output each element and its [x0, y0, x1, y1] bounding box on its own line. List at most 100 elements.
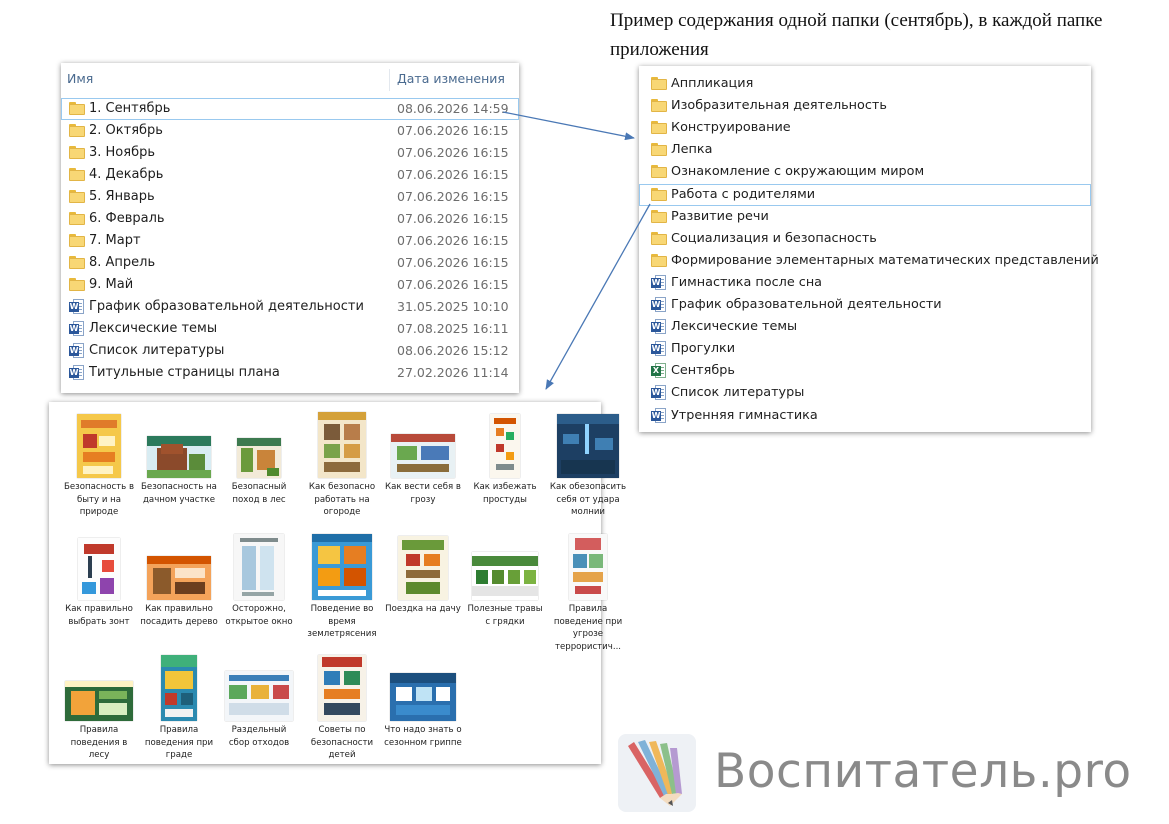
thumbnail-label: Как обезопасить себя от удара молнии	[549, 482, 627, 517]
thumbnail-grid: Безопасность в быту и на природе Безопасн…	[49, 402, 626, 764]
item-date: 08.06.2026 15:12	[397, 343, 509, 358]
file-row[interactable]: W Лексические темы	[639, 316, 1091, 338]
caption-text: Пример содержания одной папки (сентябрь)…	[610, 10, 1103, 60]
thumbnail-image	[391, 434, 455, 478]
folder-row[interactable]: 4. Декабрь 07.06.2026 16:15	[61, 164, 519, 186]
thumbnail-label: Правила поведение при угрозе террористич…	[553, 604, 623, 652]
thumbnail-label: Безопасный поход в лес	[231, 482, 287, 505]
thumbnail-item[interactable]: Правила поведения при граде	[140, 651, 218, 762]
thumbnail-item[interactable]: Советы по безопасности детей	[303, 651, 381, 762]
thumbnail-item[interactable]: Правила поведение при угрозе террористич…	[549, 530, 627, 653]
thumbnail-image	[318, 412, 366, 478]
folder-row[interactable]: 8. Апрель 07.06.2026 16:15	[61, 252, 519, 274]
folder-row[interactable]: 6. Февраль 07.06.2026 16:15	[61, 208, 519, 230]
column-header: Имя Дата изменения	[61, 63, 519, 95]
folder-row[interactable]: Социализация и безопасность	[639, 228, 1091, 250]
folder-row[interactable]: Развитие речи	[639, 206, 1091, 228]
file-row[interactable]: W Список литературы	[639, 382, 1091, 404]
folder-row[interactable]: 7. Март 07.06.2026 16:15	[61, 230, 519, 252]
folder-row[interactable]: Работа с родителями	[639, 183, 1091, 206]
file-row[interactable]: W Лексические темы 07.08.2025 16:11	[61, 318, 519, 340]
thumbnail-item[interactable]: Как правильно выбрать зонт	[60, 530, 138, 628]
file-row[interactable]: W График образовательной деятельности	[639, 294, 1091, 316]
folder-row[interactable]: Конструирование	[639, 117, 1091, 139]
item-name: 6. Февраль	[89, 211, 165, 226]
item-name: Изобразительная деятельность	[671, 98, 887, 114]
thumbnail-item[interactable]: Безопасный поход в лес	[220, 408, 298, 506]
site-logo: Воспитатель.pro	[618, 734, 1158, 814]
folder-row[interactable]: 9. Май 07.06.2026 16:15	[61, 274, 519, 296]
thumbnail-image	[569, 534, 607, 600]
item-date: 07.06.2026 16:15	[397, 255, 509, 270]
thumbnail-item[interactable]: Как правильно посадить дерево	[140, 530, 218, 628]
item-date: 07.06.2026 16:15	[397, 189, 509, 204]
thumbnail-item[interactable]: Полезные травы с грядки	[466, 530, 544, 628]
folder-row[interactable]: 2. Октябрь 07.06.2026 16:15	[61, 120, 519, 142]
item-name: Работа с родителями	[671, 186, 816, 202]
pencils-logo-icon	[618, 734, 696, 812]
file-row[interactable]: W Прогулки	[639, 338, 1091, 360]
thumbnail-item[interactable]: Правила поведения в лесу	[60, 651, 138, 762]
folder-icon	[69, 189, 85, 203]
folder-row[interactable]: Аппликация	[639, 73, 1091, 95]
folder-row[interactable]: 1. Сентябрь 08.06.2026 14:59	[61, 98, 519, 120]
thumbnail-label: Безопасность на дачном участке	[141, 482, 217, 505]
item-name: График образовательной деятельности	[671, 297, 942, 312]
word-doc-icon: W	[651, 407, 667, 424]
folder-row[interactable]: Ознакомление с окружающим миром	[639, 161, 1091, 183]
folder-icon	[651, 209, 667, 223]
thumbnail-label: Как вести себя в грозу	[385, 482, 461, 505]
item-name: 2. Октябрь	[89, 123, 163, 138]
column-name-header[interactable]: Имя	[67, 71, 93, 86]
folder-row[interactable]: 5. Январь 07.06.2026 16:15	[61, 186, 519, 208]
thumbnail-item[interactable]: Раздельный сбор отходов	[220, 651, 298, 749]
item-name: Список литературы	[89, 343, 225, 358]
thumbnail-item[interactable]: Как вести себя в грозу	[384, 408, 462, 506]
item-name: Утренняя гимнастика	[671, 407, 818, 423]
item-name: Формирование элементарных математических…	[671, 252, 1099, 268]
folder-contents-list: Аппликация Изобразительная деятельность Ко…	[639, 66, 1099, 432]
thumbnail-label: Как правильно выбрать зонт	[65, 604, 133, 627]
folder-icon	[651, 231, 667, 245]
item-date: 07.06.2026 16:15	[397, 145, 509, 160]
folder-row[interactable]: 3. Ноябрь 07.06.2026 16:15	[61, 142, 519, 164]
thumbnail-item[interactable]: Безопасность на дачном участке	[140, 408, 218, 506]
thumbnail-item[interactable]: Что надо знать о сезонном гриппе	[384, 651, 462, 749]
item-date: 08.06.2026 14:59	[397, 101, 509, 116]
folder-row[interactable]: Изобразительная деятельность	[639, 95, 1091, 117]
thumbnail-label: Полезные травы с грядки	[467, 604, 543, 627]
item-name: Титульные страницы плана	[89, 365, 280, 380]
file-row[interactable]: W Гимнастика после сна	[639, 272, 1091, 294]
thumbnail-image	[390, 673, 456, 721]
file-row[interactable]: W Список литературы 08.06.2026 15:12	[61, 340, 519, 362]
file-row[interactable]: X Сентябрь	[639, 360, 1091, 382]
thumbnail-item[interactable]: Как избежать простуды	[466, 408, 544, 506]
thumbnail-image	[78, 538, 120, 600]
folder-row[interactable]: Лепка	[639, 139, 1091, 161]
file-row[interactable]: W Титульные страницы плана 27.02.2026 11:1…	[61, 362, 519, 384]
word-doc-icon: W	[69, 343, 85, 359]
thumbnail-item[interactable]: Как безопасно работать на огороде	[303, 408, 381, 519]
column-date-header[interactable]: Дата изменения	[397, 71, 505, 86]
thumbnail-item[interactable]: Как обезопасить себя от удара молнии	[549, 408, 627, 519]
file-row[interactable]: W Утренняя гимнастика	[639, 405, 1091, 427]
thumbnail-item[interactable]: Безопасность в быту и на природе	[60, 408, 138, 519]
column-separator[interactable]	[389, 69, 390, 91]
item-name: Прогулки	[671, 341, 736, 357]
thumbnail-label: Поведение во время землетрясения	[307, 604, 377, 639]
item-date: 07.06.2026 16:15	[397, 167, 509, 182]
item-name: Список литературы	[671, 385, 805, 401]
item-name: Лепка	[671, 142, 713, 158]
item-name: 1. Сентябрь	[89, 101, 171, 116]
item-name: 5. Январь	[89, 189, 155, 204]
file-row[interactable]: W График образовательной деятельности 31.0…	[61, 296, 519, 318]
folder-icon	[651, 142, 667, 157]
word-doc-icon: W	[69, 365, 85, 381]
logo-text: Воспитатель.pro	[714, 744, 1132, 799]
thumbnail-item[interactable]: Поведение во время землетрясения	[303, 530, 381, 641]
thumbnail-item[interactable]: Поездка на дачу	[384, 530, 462, 616]
item-name: Развитие речи	[671, 208, 769, 224]
folder-icon	[69, 145, 85, 159]
thumbnail-item[interactable]: Осторожно, открытое окно	[220, 530, 298, 628]
folder-row[interactable]: Формирование элементарных математических…	[639, 250, 1099, 272]
